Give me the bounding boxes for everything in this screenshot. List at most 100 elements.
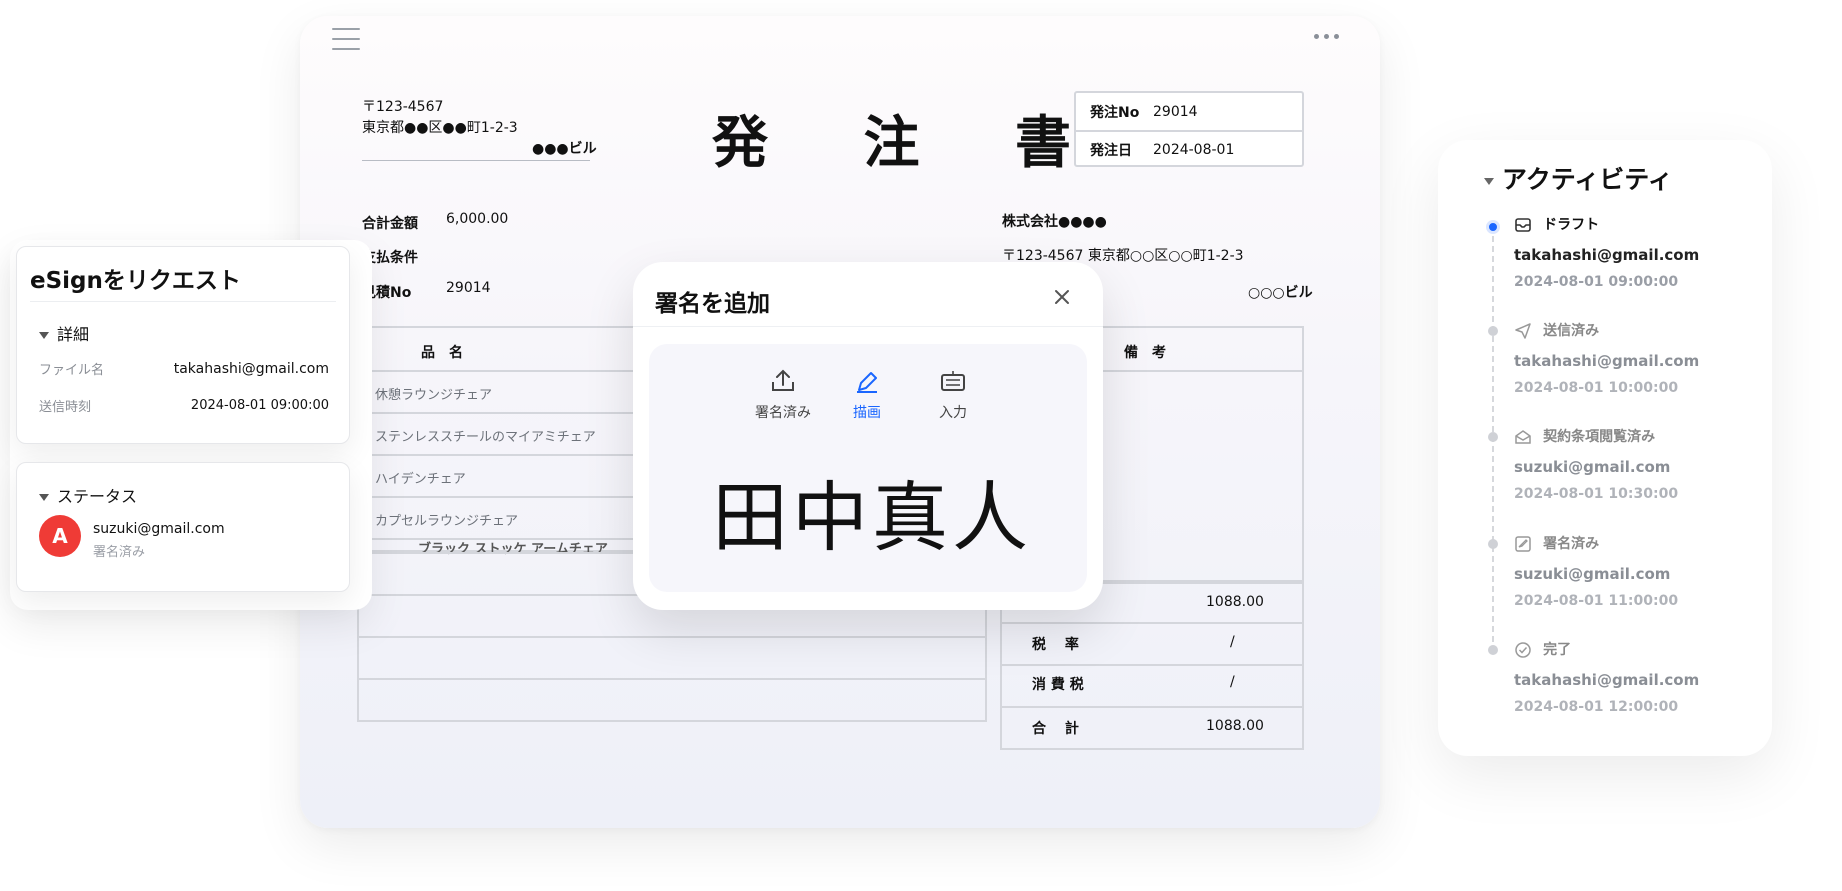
order-date-label: 発注日 xyxy=(1090,142,1132,159)
company-building: ○○○ビル xyxy=(1248,285,1313,301)
timeline-event: 完了 xyxy=(1514,639,1571,659)
dialog-title: 署名を追加 xyxy=(655,291,770,317)
order-no-label: 発注No xyxy=(1090,104,1140,121)
event-time: 2024-08-01 11:00:00 xyxy=(1514,593,1679,609)
event-email: suzuki@gmail.com xyxy=(1514,458,1671,476)
table-row xyxy=(359,636,985,638)
divider xyxy=(633,326,1103,327)
event-time: 2024-08-01 12:00:00 xyxy=(1514,699,1679,715)
event-label: 契約条項閲覧済み xyxy=(1543,429,1656,445)
timeline-dot xyxy=(1488,645,1498,655)
event-label: 送信済み xyxy=(1543,323,1600,339)
sign-icon xyxy=(1515,535,1531,552)
tab-label: 入力 xyxy=(939,405,967,421)
event-label: 完了 xyxy=(1543,642,1572,658)
event-email: takahashi@gmail.com xyxy=(1514,671,1700,689)
event-label: ドラフト xyxy=(1543,217,1600,233)
sent-time-value: 2024-08-01 09:00:00 xyxy=(190,398,329,413)
tab-draw[interactable]: 描画 xyxy=(837,368,897,422)
item-name: ステンレススチールのマイアミチェア xyxy=(375,430,596,445)
more-options-icon[interactable] xyxy=(1314,34,1342,44)
avatar: A xyxy=(39,515,81,557)
status-text: 署名済み xyxy=(93,545,146,560)
timeline-dot xyxy=(1488,432,1498,442)
summary-value: 1088.00 xyxy=(1206,594,1264,610)
esign-panel: eSignをリクエスト 詳細 ファイル名 takahashi@gmail.com… xyxy=(10,240,372,610)
tab-type[interactable]: 入力 xyxy=(923,368,983,422)
signature-pad[interactable]: 署名済み 描画 入力 田中真人 xyxy=(649,344,1087,592)
divider xyxy=(30,301,336,302)
timeline-event: 契約条項閲覧済み xyxy=(1514,426,1655,446)
status-email: suzuki@gmail.com xyxy=(93,521,225,537)
activity-title-text: アクティビティ xyxy=(1502,165,1673,194)
address-underline xyxy=(362,160,590,161)
status-toggle[interactable]: ステータス xyxy=(39,483,137,507)
item-column-header: 品 名 xyxy=(421,345,463,361)
envelope-open-icon xyxy=(1515,429,1531,444)
activity-title[interactable]: アクティビティ xyxy=(1484,160,1673,196)
address: 東京都●●区●●町1-2-3 xyxy=(362,120,518,136)
event-email: takahashi@gmail.com xyxy=(1514,246,1700,264)
order-no-value: 29014 xyxy=(1153,103,1198,120)
event-email: suzuki@gmail.com xyxy=(1514,565,1671,583)
timeline-dot xyxy=(1488,326,1498,336)
caret-down-icon xyxy=(1484,177,1494,185)
caret-down-icon xyxy=(39,494,49,501)
summary-row: 合 計 1088.00 xyxy=(1002,706,1302,748)
esign-title: eSignをリクエスト xyxy=(30,268,241,294)
order-date-value: 2024-08-01 xyxy=(1153,141,1235,158)
timeline-event: 署名済み xyxy=(1514,533,1599,553)
close-icon[interactable] xyxy=(1051,286,1073,308)
event-time: 2024-08-01 09:00:00 xyxy=(1514,274,1679,290)
item-name: カプセルラウンジチェア xyxy=(375,514,519,529)
sent-time-label: 送信時刻 xyxy=(39,400,92,415)
document-title: 発 注 書 xyxy=(712,111,1109,176)
total-value: 6,000.00 xyxy=(446,211,509,227)
summary-value: / xyxy=(1230,674,1235,690)
event-label: 署名済み xyxy=(1543,536,1600,552)
status-label: ステータス xyxy=(57,487,138,506)
summary-value: 1088.00 xyxy=(1206,718,1264,734)
tab-label: 描画 xyxy=(853,405,881,421)
quote-value: 29014 xyxy=(446,280,491,296)
menu-icon[interactable] xyxy=(332,28,360,52)
summary-label: 合 計 xyxy=(1032,721,1079,737)
details-toggle[interactable]: 詳細 xyxy=(39,321,89,345)
details-label: 詳細 xyxy=(57,325,90,344)
keyboard-icon xyxy=(941,371,965,391)
summary-value: / xyxy=(1230,634,1235,650)
timeline-event: ドラフト xyxy=(1514,214,1599,234)
timeline-dot xyxy=(1488,539,1498,549)
summary-row: 税 率 / xyxy=(1002,622,1302,662)
file-label: ファイル名 xyxy=(39,363,105,378)
tab-signed[interactable]: 署名済み xyxy=(745,368,821,422)
company-name: 株式会社●●●● xyxy=(1002,214,1107,230)
activity-panel: アクティビティ ドラフト takahashi@gmail.com 2024-08… xyxy=(1438,140,1772,756)
inbox-icon xyxy=(1515,217,1531,232)
timeline-dot-active xyxy=(1486,220,1500,234)
handwritten-signature: 田中真人 xyxy=(712,473,1032,562)
postal-code: 〒123-4567 xyxy=(362,99,444,115)
order-info-box: 発注No 29014 発注日 2024-08-01 xyxy=(1074,91,1304,167)
table-row xyxy=(359,678,985,680)
check-circle-icon xyxy=(1515,641,1531,658)
item-name: 休憩ラウンジチェア xyxy=(375,388,493,403)
pen-icon xyxy=(857,372,877,393)
caret-down-icon xyxy=(39,332,49,339)
timeline-event: 送信済み xyxy=(1514,320,1599,340)
summary-label: 税 率 xyxy=(1032,637,1079,653)
note-column-header: 備 考 xyxy=(1124,345,1166,361)
esign-status-card: ステータス A suzuki@gmail.com 署名済み xyxy=(16,462,350,592)
esign-details-card: eSignをリクエスト 詳細 ファイル名 takahashi@gmail.com… xyxy=(16,246,350,444)
event-email: takahashi@gmail.com xyxy=(1514,352,1700,370)
event-time: 2024-08-01 10:00:00 xyxy=(1514,380,1679,396)
total-label: 合計金額 xyxy=(362,216,418,232)
event-time: 2024-08-01 10:30:00 xyxy=(1514,486,1679,502)
file-value: takahashi@gmail.com xyxy=(173,361,329,377)
summary-row: 消 費 税 / xyxy=(1002,664,1302,704)
building: ●●●ビル xyxy=(532,141,597,157)
summary-label: 消 費 税 xyxy=(1032,677,1084,693)
tab-label: 署名済み xyxy=(755,405,811,421)
upload-icon xyxy=(772,369,794,391)
send-icon xyxy=(1515,322,1531,339)
